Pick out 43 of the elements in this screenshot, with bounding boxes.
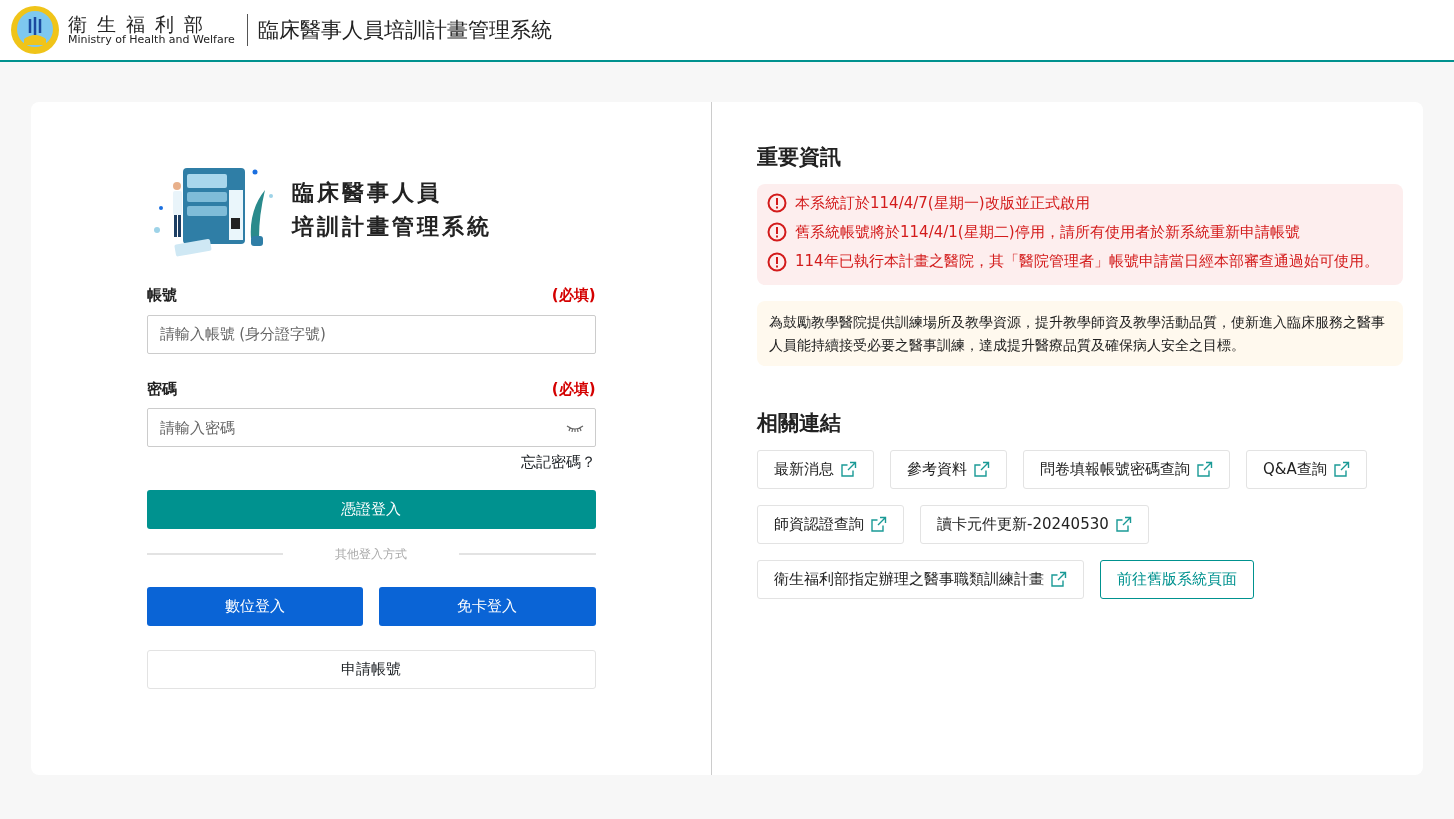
alert-text: 舊系統帳號將於114/4/1(星期二)停用，請所有使用者於新系統重新申請帳號 (795, 221, 1300, 243)
alert-text: 本系統訂於114/4/7(星期一)改版並正式啟用 (795, 192, 1090, 214)
divider-label: 其他登入方式 (334, 545, 408, 563)
external-link[interactable]: 最新消息 (757, 449, 874, 489)
ministry-name-english: Ministry of Health and Welfare (68, 34, 235, 47)
description-text: 為鼓勵教學醫院提供訓練場所及教學資源，提升教學師資及教學活動品質，使新進入臨床服務之醫事人員能持續接受必要之醫事訓練，達成提升醫療品質及確保病人安全之目標。 (757, 301, 1403, 367)
external-link[interactable]: 參考資料 (890, 449, 1007, 489)
warning-icon (767, 193, 787, 214)
field-label: 密碼 (146, 378, 177, 400)
external-link-icon (1196, 460, 1213, 478)
apply-account-button[interactable]: 申請帳號 (146, 649, 596, 689)
external-link[interactable]: Q&A查詢 (1246, 449, 1367, 489)
account-field[interactable]: 請輸入帳號 (身分證字號) (146, 314, 596, 354)
hero-title-line: 臨床醫事人員 (291, 178, 443, 207)
password-field[interactable]: 請輸入密碼 (146, 408, 596, 447)
forgot-password-link[interactable]: 忘記密碼？ (520, 451, 596, 474)
hidden-eye-icon[interactable] (565, 424, 584, 432)
ministry-name: 衛 生 福 利 部 (68, 13, 207, 35)
external-link-icon (1332, 460, 1350, 478)
certificate-login-button[interactable]: 憑證登入 (146, 489, 596, 529)
system-title: 臨床醫事人員培訓計畫管理系統 (246, 14, 552, 46)
external-link[interactable]: 讀卡元件更新-20240530 (920, 504, 1149, 544)
external-link[interactable]: 師資認證查詢 (757, 504, 904, 544)
hero-title-line: 培訓計畫管理系統 (291, 213, 492, 241)
ministry-emblem-icon (10, 5, 60, 55)
required-note: (必填) (551, 285, 596, 306)
section-title: 重要資訊 (757, 144, 842, 171)
field-label: 帳號 (146, 285, 177, 306)
external-link[interactable]: 衛生福利部指定辦理之醫事職類訓練計畫 (757, 559, 1084, 599)
warning-icon (767, 251, 787, 272)
section-title: 相關連結 (757, 410, 842, 438)
login-button[interactable]: 免卡登入 (379, 586, 596, 626)
alert-text: 114年已執行本計畫之醫院，其「醫院管理者」帳號申請當日經本部審查通過始可使用。 (795, 251, 1379, 272)
external-link-icon (1050, 570, 1067, 588)
external-link-icon (840, 460, 857, 478)
external-link[interactable]: 問卷填報帳號密碼查詢 (1023, 449, 1230, 489)
old-system-link[interactable]: 前往舊版系統頁面 (1100, 559, 1254, 599)
warning-icon (767, 222, 787, 243)
external-link-icon (973, 460, 990, 478)
required-note: (必填) (551, 378, 596, 400)
login-button[interactable]: 數位登入 (146, 586, 363, 626)
external-link-icon (1114, 515, 1132, 533)
external-link-icon (870, 515, 887, 533)
